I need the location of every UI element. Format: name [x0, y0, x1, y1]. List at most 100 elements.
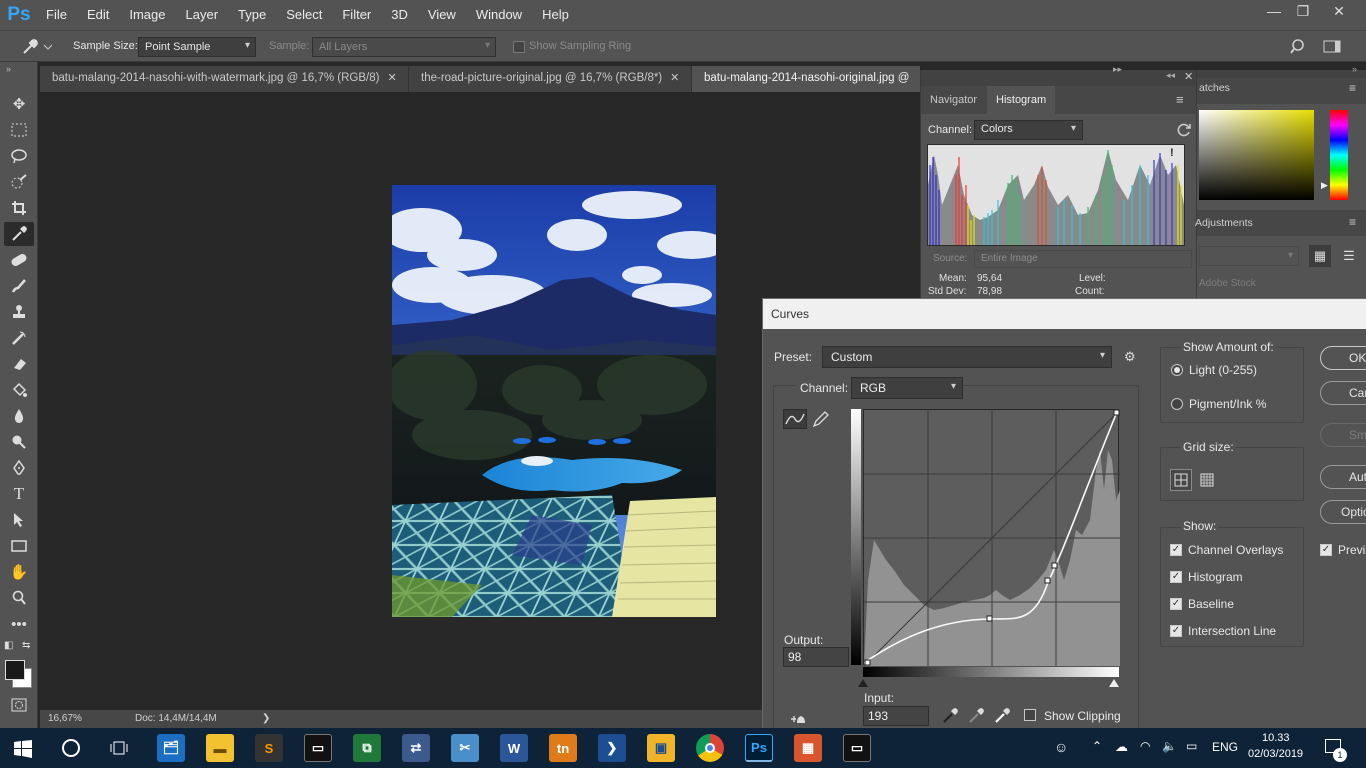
tab-histogram[interactable]: Histogram: [987, 86, 1056, 114]
status-menu-arrow-icon[interactable]: ❯: [262, 713, 270, 724]
lasso-icon[interactable]: [4, 144, 34, 168]
histogram-checkbox[interactable]: ✓: [1170, 571, 1182, 583]
menu-edit[interactable]: Edit: [77, 0, 119, 30]
bucket-icon[interactable]: [4, 378, 34, 402]
hand-icon[interactable]: ✋: [4, 560, 34, 584]
output-value-field[interactable]: 98: [783, 647, 849, 667]
list-view-icon[interactable]: ☰: [1338, 245, 1360, 267]
workspace-icon[interactable]: [1323, 39, 1343, 55]
swap-colors-icon[interactable]: ⇆: [22, 640, 30, 651]
toolbar-collapse-icon[interactable]: »: [6, 64, 11, 74]
word-icon[interactable]: W: [500, 734, 528, 762]
panel-menu-icon[interactable]: ≡: [1349, 81, 1356, 95]
close-icon[interactable]: ✕: [387, 72, 396, 84]
menu-select[interactable]: Select: [276, 0, 332, 30]
detailed-grid-icon[interactable]: [1197, 470, 1217, 490]
tab-doc-road[interactable]: the-road-picture-original.jpg @ 16,7% (R…: [409, 66, 692, 92]
menu-layer[interactable]: Layer: [176, 0, 229, 30]
white-eyedropper-icon[interactable]: [993, 707, 1011, 725]
simple-grid-icon[interactable]: [1170, 469, 1192, 491]
pen-icon[interactable]: [4, 456, 34, 480]
tab-doc-watermark[interactable]: batu-malang-2014-nasohi-with-watermark.j…: [40, 66, 409, 92]
type-icon[interactable]: T: [4, 482, 34, 506]
history-brush-icon[interactable]: [4, 326, 34, 350]
adjust-select[interactable]: ▾: [1199, 246, 1299, 266]
default-colors-icon[interactable]: ◧: [4, 640, 13, 651]
close-button[interactable]: ✕: [1324, 0, 1354, 22]
tab-navigator[interactable]: Navigator: [921, 86, 986, 114]
light-radio[interactable]: [1171, 364, 1183, 376]
black-point-slider[interactable]: [858, 679, 868, 687]
options-button[interactable]: Options...: [1320, 500, 1366, 524]
sublime-text-icon[interactable]: S: [255, 734, 283, 762]
ok-button[interactable]: OK: [1320, 346, 1366, 370]
crop-icon[interactable]: [4, 196, 34, 220]
wifi-icon[interactable]: ◠: [1140, 739, 1150, 753]
intersection-line-checkbox[interactable]: ✓: [1170, 625, 1182, 637]
pencil-draw-icon[interactable]: [811, 409, 831, 429]
language-indicator[interactable]: ENG: [1212, 740, 1238, 754]
eyedropper-icon[interactable]: [4, 222, 34, 246]
restore-button[interactable]: ❐: [1288, 0, 1318, 22]
grid-view-icon[interactable]: ▦: [1309, 245, 1331, 267]
tray-expand-icon[interactable]: ⌃: [1092, 739, 1102, 753]
brush-icon[interactable]: [4, 274, 34, 298]
panel-menu-icon[interactable]: ≡: [1349, 215, 1356, 229]
move-icon[interactable]: ✥: [4, 92, 34, 116]
document-image[interactable]: [392, 185, 716, 617]
powershell-icon[interactable]: ❯: [598, 734, 626, 762]
curve-points-tool-icon[interactable]: [783, 409, 807, 429]
dodge-icon[interactable]: [4, 430, 34, 454]
color-picker-field[interactable]: [1199, 110, 1314, 200]
refresh-icon[interactable]: [1176, 122, 1192, 138]
show-clipping-checkbox[interactable]: [1024, 709, 1036, 721]
auto-button[interactable]: Auto: [1320, 465, 1366, 489]
healing-icon[interactable]: [4, 248, 34, 272]
cancel-button[interactable]: Cancel: [1320, 381, 1366, 405]
warning-icon[interactable]: !: [1170, 147, 1174, 159]
zoom-icon[interactable]: [4, 586, 34, 610]
source-select[interactable]: Entire Image: [974, 250, 1192, 268]
collapse-panel-icon[interactable]: ◂◂: [1166, 70, 1175, 81]
file-explorer-icon[interactable]: 🗂: [157, 734, 185, 762]
volume-icon[interactable]: 🔈: [1162, 739, 1177, 753]
quick-mask-icon[interactable]: [11, 698, 27, 712]
sample-size-select[interactable]: Point Sample ▾: [138, 37, 256, 57]
terminal-icon[interactable]: ▭: [304, 734, 332, 762]
start-icon[interactable]: [14, 740, 32, 758]
black-eyedropper-icon[interactable]: [941, 707, 959, 725]
close-panel-icon[interactable]: ✕: [1184, 70, 1193, 83]
channel-select[interactable]: RGB ▾: [851, 377, 963, 399]
snipping-icon[interactable]: ✂: [451, 734, 479, 762]
minimize-button[interactable]: —: [1259, 0, 1289, 22]
targeted-adjust-icon[interactable]: [789, 711, 807, 725]
tab-swatches[interactable]: atches: [1199, 82, 1230, 94]
chrome-icon[interactable]: [696, 734, 724, 762]
task-view-icon[interactable]: [109, 739, 129, 757]
tab-doc-original[interactable]: batu-malang-2014-nasohi-original.jpg @: [692, 66, 920, 92]
network-icon[interactable]: ⧉: [353, 734, 381, 762]
eyedropper-preset-icon[interactable]: [18, 37, 53, 57]
channel-overlays-checkbox[interactable]: ✓: [1170, 544, 1182, 556]
close-icon[interactable]: ✕: [670, 72, 679, 84]
foreground-color-swatch[interactable]: [5, 660, 25, 680]
panel-menu-icon[interactable]: ≡: [1176, 92, 1184, 107]
show-sampling-ring-checkbox[interactable]: [513, 41, 525, 53]
preset-select[interactable]: Custom ▾: [822, 346, 1112, 368]
menu-filter[interactable]: Filter: [332, 0, 381, 30]
hue-slider[interactable]: [1330, 110, 1348, 200]
menu-type[interactable]: Type: [228, 0, 276, 30]
path-select-icon[interactable]: [4, 508, 34, 532]
gray-eyedropper-icon[interactable]: [967, 707, 985, 725]
search-icon[interactable]: [1290, 38, 1308, 56]
sample-select[interactable]: All Layers ▾: [312, 37, 496, 57]
clock-time[interactable]: 10.33: [1262, 732, 1290, 744]
notes-icon[interactable]: ▣: [647, 734, 675, 762]
rectangle-icon[interactable]: [4, 534, 34, 558]
eraser-icon[interactable]: [4, 352, 34, 376]
people-icon[interactable]: ☺: [1054, 739, 1072, 757]
hist-channel-select[interactable]: Colors ▾: [974, 120, 1083, 140]
gallery-icon[interactable]: ▦: [794, 734, 822, 762]
remote-desktop-icon[interactable]: ⇄: [402, 734, 430, 762]
console-icon[interactable]: ▭: [843, 734, 871, 762]
